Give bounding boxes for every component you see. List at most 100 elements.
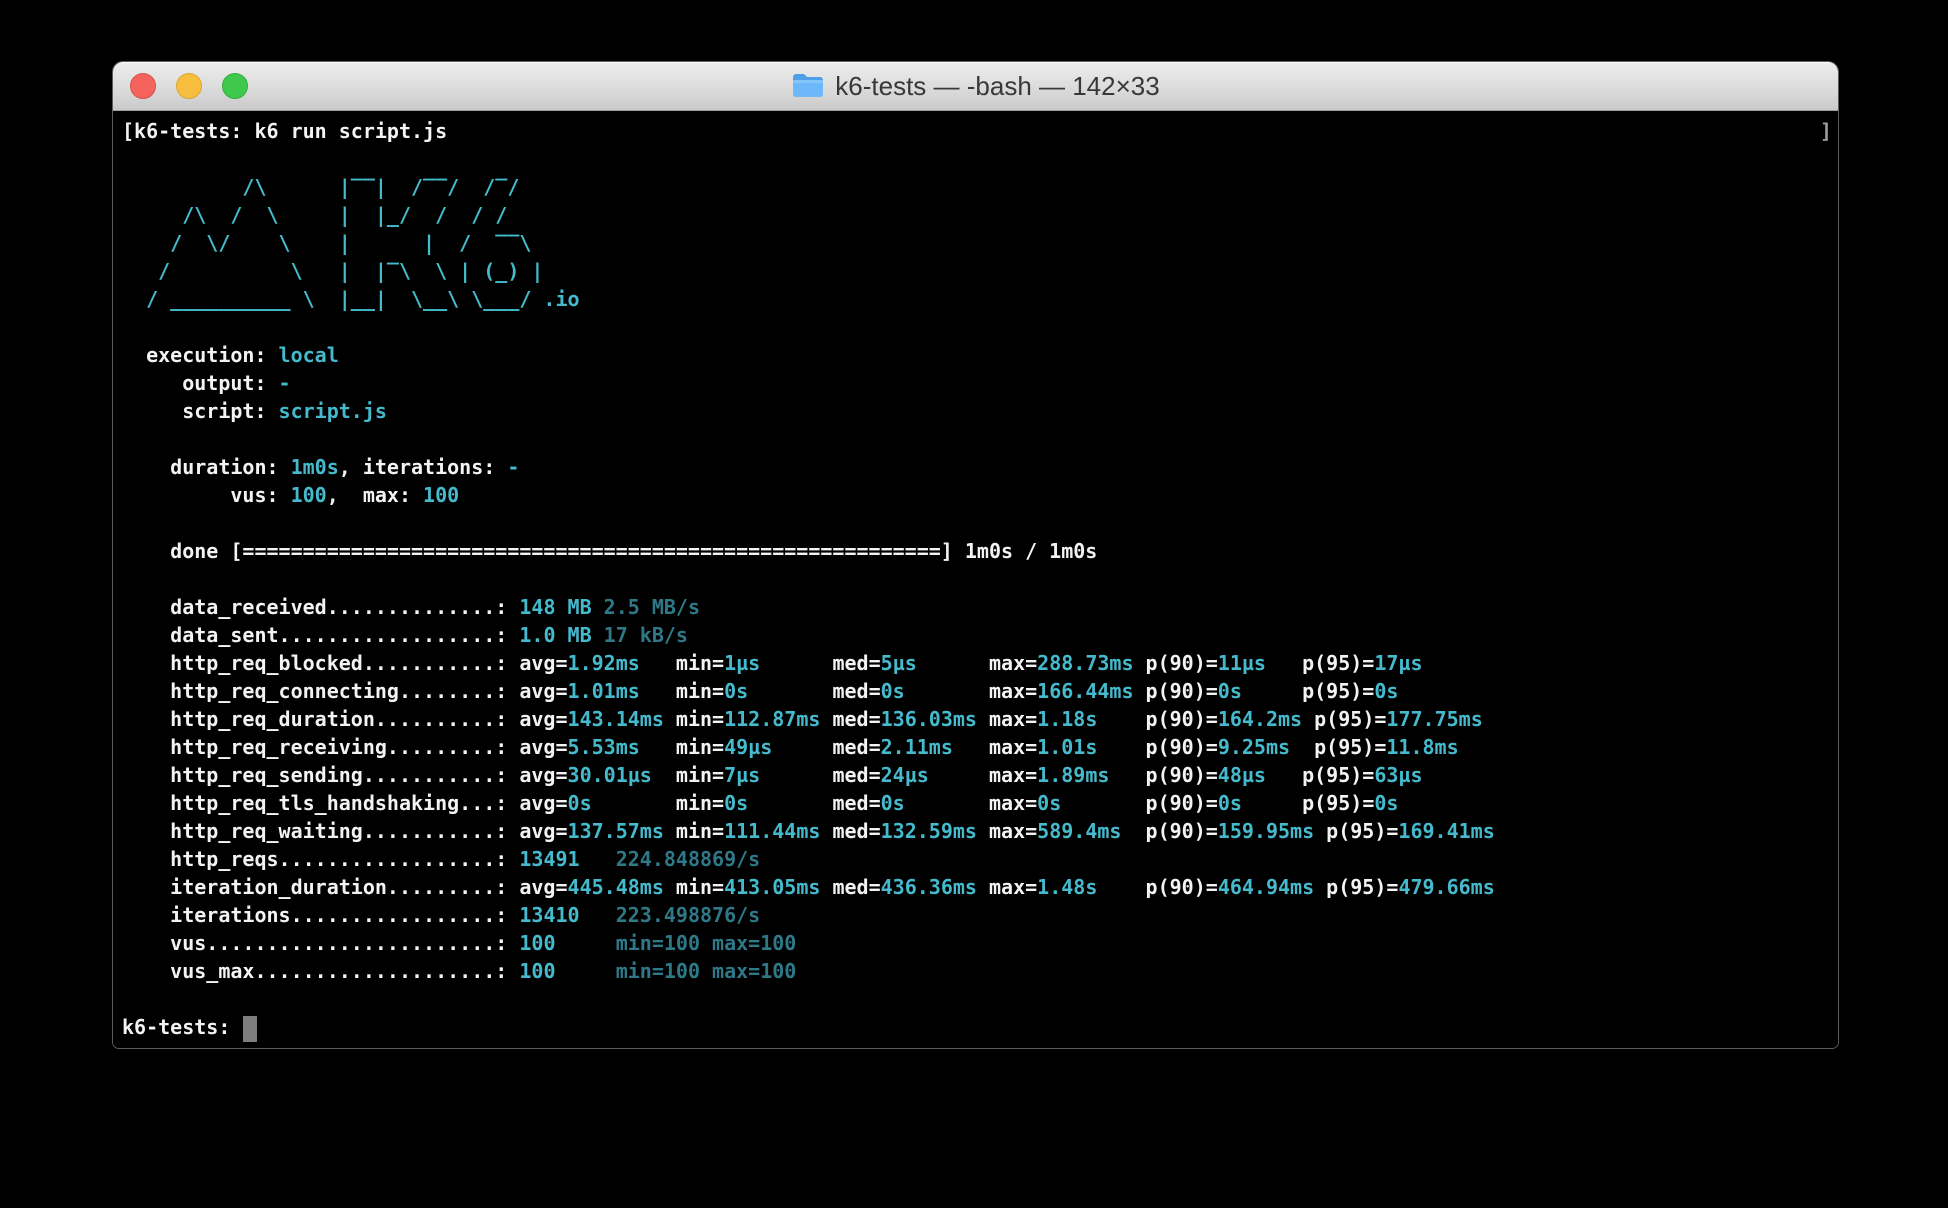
text-segment: p(90)= xyxy=(1109,763,1217,787)
text-segment: vus: xyxy=(122,483,291,507)
text-segment: max= xyxy=(953,735,1037,759)
text-segment: k6-tests: k6 run script.js xyxy=(134,119,447,143)
text-segment: 100 xyxy=(519,931,555,955)
text-segment: execution: xyxy=(122,343,279,367)
text-segment: max= xyxy=(905,791,1037,815)
terminal-line: http_req_duration..........: avg=143.14m… xyxy=(122,705,1838,733)
text-segment: 1.01ms xyxy=(568,679,640,703)
text-segment: p(90)= xyxy=(1061,791,1218,815)
text-segment: script.js xyxy=(279,399,387,423)
window-controls xyxy=(130,62,248,110)
text-segment: 479.66ms xyxy=(1398,875,1494,899)
text-segment: p(95)= xyxy=(1266,763,1374,787)
text-segment: iteration_duration.........: avg= xyxy=(122,875,568,899)
terminal-line: vus: 100, max: 100 xyxy=(122,481,1838,509)
text-segment: 2.5 MB/s xyxy=(604,595,700,619)
text-segment: 24µs xyxy=(881,763,929,787)
text-segment: 9.25ms xyxy=(1218,735,1290,759)
terminal-line: vus........................: 100 min=100… xyxy=(122,929,1838,957)
text-segment: / __________ \ |__| \__\ \___/ .io xyxy=(122,287,580,311)
text-segment: 166.44ms xyxy=(1037,679,1133,703)
terminal-line: /\ / \ | |_/ / / / xyxy=(122,201,1838,229)
text-segment: 1m0s xyxy=(291,455,339,479)
text-segment: 0s xyxy=(1374,791,1398,815)
terminal-line: /\ |‾‾| /‾‾/ /‾/ xyxy=(122,173,1838,201)
text-segment: min=100 max=100 xyxy=(616,931,797,955)
text-segment: 1.92ms xyxy=(568,651,640,675)
text-segment xyxy=(580,903,616,927)
text-segment: p(90)= xyxy=(1134,679,1218,703)
text-segment: 164.2ms xyxy=(1218,707,1302,731)
text-segment: script: xyxy=(122,399,279,423)
text-segment: data_received..............: xyxy=(122,595,519,619)
text-segment: http_req_blocked...........: avg= xyxy=(122,651,568,675)
text-segment: 1.18s xyxy=(1037,707,1097,731)
text-segment: min=100 max=100 xyxy=(616,959,797,983)
terminal-line: [k6-tests: k6 run script.js ] xyxy=(122,117,1838,145)
text-segment: p(90)= xyxy=(1097,735,1217,759)
terminal-line xyxy=(122,145,1838,173)
text-segment xyxy=(580,847,616,871)
text-segment: http_req_connecting........: avg= xyxy=(122,679,568,703)
text-segment: p(95)= xyxy=(1302,707,1386,731)
text-segment: 136.03ms xyxy=(881,707,977,731)
text-segment: /\ / \ | |_/ / / / xyxy=(122,203,555,227)
terminal-line xyxy=(122,313,1838,341)
text-segment: /\ |‾‾| /‾‾/ /‾/ xyxy=(122,175,555,199)
text-segment: 13491 xyxy=(519,847,579,871)
text-segment: p(90)= xyxy=(1121,819,1217,843)
text-segment: ] xyxy=(1820,119,1832,143)
text-segment: 0s xyxy=(1374,679,1398,703)
close-button[interactable] xyxy=(130,73,156,99)
terminal-line xyxy=(122,985,1838,1013)
text-segment: 5.53ms xyxy=(568,735,640,759)
text-segment: iterations.................: xyxy=(122,903,519,927)
text-segment: 63µs xyxy=(1374,763,1422,787)
text-segment: p(95)= xyxy=(1314,819,1398,843)
text-segment: p(90)= xyxy=(1097,875,1217,899)
text-segment: 143.14ms xyxy=(568,707,664,731)
terminal-window: k6-tests — -bash — 142×33 [k6-tests: k6 … xyxy=(113,62,1838,1048)
text-segment: 2.11ms xyxy=(881,735,953,759)
text-segment: p(90)= xyxy=(1097,707,1217,731)
text-segment: 0s xyxy=(724,791,748,815)
text-segment: 17 kB/s xyxy=(604,623,688,647)
text-segment: / \/ \ | | / ‾‾\ xyxy=(122,231,555,255)
terminal-line: http_reqs..................: 13491 224.8… xyxy=(122,845,1838,873)
text-segment: 288.73ms xyxy=(1037,651,1133,675)
text-segment xyxy=(555,931,615,955)
text-segment: 589.4ms xyxy=(1037,819,1121,843)
text-segment: http_req_receiving.........: avg= xyxy=(122,735,568,759)
text-segment: med= xyxy=(748,679,880,703)
text-segment: med= xyxy=(748,791,880,815)
terminal-screen[interactable]: [k6-tests: k6 run script.js ] /\ |‾‾| /‾… xyxy=(113,111,1838,1048)
terminal-line: k6-tests: xyxy=(122,1013,1838,1041)
text-segment: http_req_duration..........: avg= xyxy=(122,707,568,731)
text-segment: p(95)= xyxy=(1314,875,1398,899)
text-segment: med= xyxy=(772,735,880,759)
text-segment: med= xyxy=(820,819,880,843)
text-segment: max= xyxy=(977,707,1037,731)
text-segment: med= xyxy=(820,707,880,731)
minimize-button[interactable] xyxy=(176,73,202,99)
text-segment: 1.0 MB xyxy=(519,623,603,647)
text-segment: 436.36ms xyxy=(881,875,977,899)
zoom-button[interactable] xyxy=(222,73,248,99)
text-segment: duration: xyxy=(122,455,291,479)
text-segment: 100 xyxy=(291,483,327,507)
terminal-line: data_sent..................: 1.0 MB 17 k… xyxy=(122,621,1838,649)
text-segment: 223.498876/s xyxy=(616,903,761,927)
terminal-line: http_req_waiting...........: avg=137.57m… xyxy=(122,817,1838,845)
terminal-line: iteration_duration.........: avg=445.48m… xyxy=(122,873,1838,901)
title-bar[interactable]: k6-tests — -bash — 142×33 xyxy=(113,62,1838,111)
terminal-line: iterations.................: 13410 223.4… xyxy=(122,901,1838,929)
text-segment: 0s xyxy=(881,791,905,815)
terminal-line: / \ | |‾\ \ | (_) | xyxy=(122,257,1838,285)
text-segment: 0s xyxy=(1218,679,1242,703)
terminal-line: duration: 1m0s, iterations: - xyxy=(122,453,1838,481)
text-segment: 445.48ms xyxy=(568,875,664,899)
text-segment: max= xyxy=(905,679,1037,703)
text-segment: http_req_waiting...........: avg= xyxy=(122,819,568,843)
text-segment: 11µs xyxy=(1218,651,1266,675)
text-segment: vus_max....................: xyxy=(122,959,519,983)
